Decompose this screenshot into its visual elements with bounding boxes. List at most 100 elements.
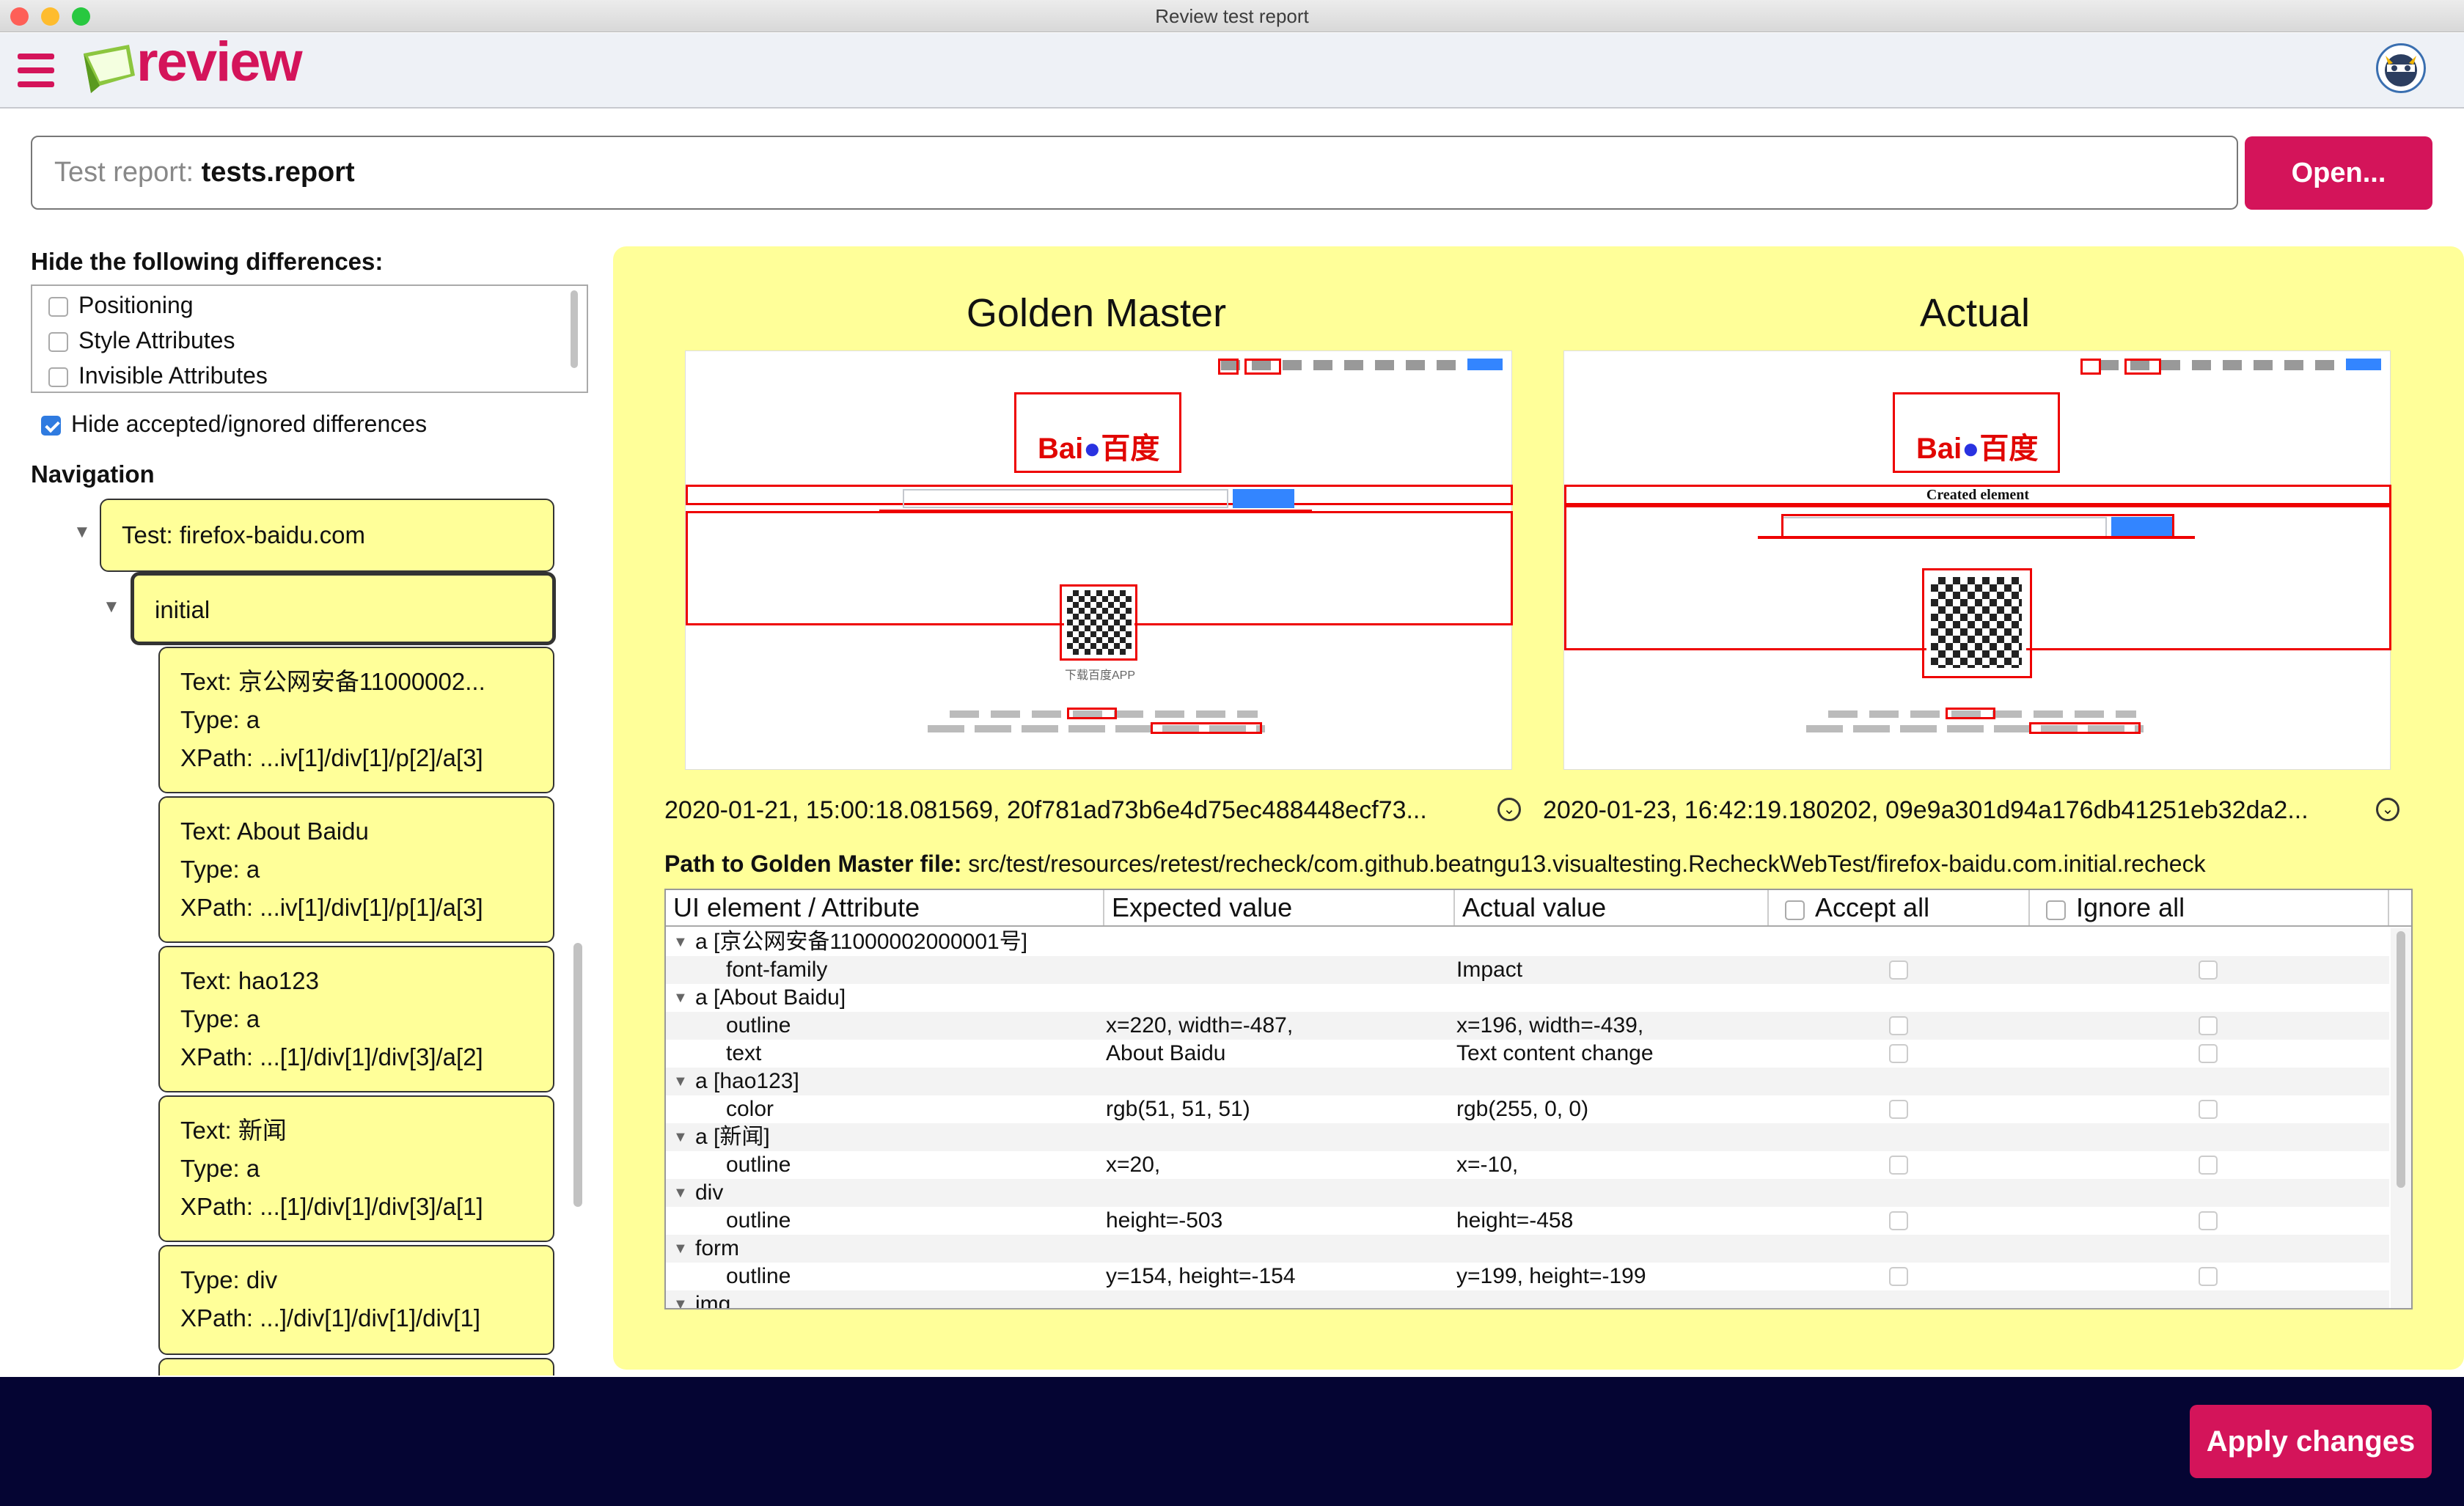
element-name: a [新闻] — [695, 1125, 770, 1149]
accept-checkbox[interactable] — [1889, 1267, 1908, 1286]
ignore-checkbox[interactable] — [2199, 1100, 2218, 1119]
ignore-checkbox[interactable] — [2199, 1016, 2218, 1035]
baidu-paw-icon: ● — [1083, 433, 1101, 465]
attribute-name: font-family — [726, 958, 828, 982]
actual-value: y=199, height=-199 — [1456, 1264, 1646, 1288]
nav-diff-item[interactable]: Text: 京公网安备11000002... Type: a XPath: ..… — [158, 647, 554, 793]
actual-info: 2020-01-23, 16:42:19.180202, 09e9a301d94… — [1543, 796, 2309, 824]
attribute-name: outline — [726, 1208, 791, 1233]
user-avatar[interactable] — [2376, 43, 2426, 93]
table-group-row[interactable]: ▼ form — [666, 1235, 2389, 1263]
navigation-scrollbar[interactable] — [573, 943, 582, 1207]
maximize-window-button[interactable] — [72, 7, 90, 26]
nav-state-node[interactable]: initial — [131, 572, 556, 645]
table-group-row[interactable]: ▼ a [hao123] — [666, 1068, 2389, 1095]
table-scrollbar-thumb[interactable] — [2397, 931, 2405, 1188]
table-attribute-row[interactable]: outline y=154, height=-154 y=199, height=-… — [666, 1263, 2389, 1290]
nav-diff-item[interactable] — [158, 1358, 554, 1375]
nav-diff-item[interactable]: Text: 新闻 Type: a XPath: ...[1]/div[1]/di… — [158, 1095, 554, 1242]
accept-checkbox[interactable] — [1889, 1016, 1908, 1035]
golden-version-dropdown-icon[interactable]: ⌄ — [1497, 798, 1521, 821]
ignore-checkbox[interactable] — [2199, 1044, 2218, 1063]
apply-changes-button[interactable]: Apply changes — [2190, 1405, 2432, 1478]
collapse-row-icon[interactable]: ▼ — [673, 1235, 688, 1263]
hamburger-menu-icon[interactable] — [18, 54, 54, 87]
collapse-row-icon[interactable]: ▼ — [673, 928, 688, 956]
close-window-button[interactable] — [10, 7, 29, 26]
actual-title: Actual — [1919, 291, 2031, 335]
positioning-option[interactable]: Positioning — [48, 290, 194, 320]
collapse-row-icon[interactable]: ▼ — [673, 1123, 688, 1151]
actual-screenshot[interactable]: Bai●百度 Created element — [1563, 350, 2391, 770]
ignore-checkbox[interactable] — [2199, 1267, 2218, 1286]
table-group-row[interactable]: ▼ img — [666, 1290, 2389, 1308]
table-scrollbar-track[interactable] — [2391, 928, 2411, 1308]
navigation-tree: ▼ Test: firefox-baidu.com ▼ initial Text… — [31, 496, 588, 1375]
filters-scrollbar[interactable] — [571, 290, 578, 368]
collapse-test-icon[interactable]: ▼ — [73, 522, 91, 543]
accept-checkbox[interactable] — [1889, 1044, 1908, 1063]
invisible-attributes-checkbox[interactable] — [48, 367, 68, 387]
ignore-all-checkbox[interactable] — [2046, 900, 2066, 920]
table-attribute-row[interactable]: outline x=20, x=-10, — [666, 1151, 2389, 1179]
expected-value: y=154, height=-154 — [1106, 1264, 1296, 1288]
ignore-checkbox[interactable] — [2199, 1211, 2218, 1230]
accept-all-checkbox[interactable] — [1785, 900, 1805, 920]
hide-differences-title: Hide the following differences: — [31, 248, 384, 275]
table-attribute-row[interactable]: outline height=-503 height=-458 — [666, 1207, 2389, 1235]
table-group-row[interactable]: ▼ a [京公网安备11000002000001号] — [666, 928, 2389, 956]
collapse-row-icon[interactable]: ▼ — [673, 1290, 688, 1308]
column-header-accept-all[interactable]: Accept all — [1769, 890, 2030, 925]
element-name: a [hao123] — [695, 1069, 799, 1093]
column-header-ignore-all[interactable]: Ignore all — [2030, 890, 2389, 925]
column-header-element[interactable]: UI element / Attribute — [666, 890, 1104, 925]
actual-value: Impact — [1456, 958, 1523, 982]
accept-checkbox[interactable] — [1889, 1156, 1908, 1175]
nav-test-node[interactable]: Test: firefox-baidu.com — [100, 499, 554, 572]
table-attribute-row[interactable]: color rgb(51, 51, 51) rgb(255, 0, 0) — [666, 1095, 2389, 1123]
ignore-checkbox[interactable] — [2199, 1156, 2218, 1175]
golden-master-info: 2020-01-21, 15:00:18.081569, 20f781ad73b… — [664, 796, 1427, 824]
table-attribute-row[interactable]: outline x=220, width=-487, x=196, width=-4… — [666, 1012, 2389, 1040]
accept-checkbox[interactable] — [1889, 960, 1908, 980]
collapse-row-icon[interactable]: ▼ — [673, 1068, 688, 1095]
table-attribute-row[interactable]: font-family Impact — [666, 956, 2389, 984]
element-name: a [京公网安备11000002000001号] — [695, 930, 1028, 954]
positioning-checkbox[interactable] — [48, 297, 68, 317]
golden-master-screenshot[interactable]: Bai●百度 下载百度APP — [685, 350, 1513, 770]
nav-diff-item[interactable]: Text: About Baidu Type: a XPath: ...iv[1… — [158, 796, 554, 943]
style-attributes-option[interactable]: Style Attributes — [48, 326, 235, 355]
minimize-window-button[interactable] — [41, 7, 59, 26]
window-title: Review test report — [1155, 5, 1309, 27]
collapse-initial-icon[interactable]: ▼ — [103, 597, 120, 617]
expected-value: About Baidu — [1106, 1041, 1226, 1065]
column-header-expected[interactable]: Expected value — [1104, 890, 1455, 925]
test-report-field[interactable]: Test report: tests.report — [31, 136, 2238, 210]
actual-version-dropdown-icon[interactable]: ⌄ — [2376, 798, 2399, 821]
actual-value: x=196, width=-439, — [1456, 1013, 1644, 1037]
open-report-button[interactable]: Open... — [2245, 136, 2432, 210]
style-attributes-checkbox[interactable] — [48, 332, 68, 352]
nav-diff-item[interactable]: Type: div XPath: ...]/div[1]/div[1]/div[… — [158, 1245, 554, 1355]
element-name: a [About Baidu] — [695, 985, 846, 1010]
actual-value: height=-458 — [1456, 1208, 1574, 1233]
accept-checkbox[interactable] — [1889, 1211, 1908, 1230]
hide-accepted-checkbox[interactable] — [41, 416, 61, 436]
table-attribute-row[interactable]: text About Baidu Text content change — [666, 1040, 2389, 1068]
ignore-checkbox[interactable] — [2199, 960, 2218, 980]
collapse-row-icon[interactable]: ▼ — [673, 1179, 688, 1207]
window-title-bar: Review test report — [0, 0, 2464, 32]
collapse-row-icon[interactable]: ▼ — [673, 984, 688, 1012]
golden-master-path: Path to Golden Master file: src/test/res… — [664, 851, 2206, 877]
table-group-row[interactable]: ▼ div — [666, 1179, 2389, 1207]
table-group-row[interactable]: ▼ a [About Baidu] — [666, 984, 2389, 1012]
element-name: form — [695, 1236, 739, 1260]
hide-accepted-option[interactable]: Hide accepted/ignored differences — [41, 409, 427, 438]
accept-checkbox[interactable] — [1889, 1100, 1908, 1119]
column-header-actual[interactable]: Actual value — [1455, 890, 1769, 925]
table-group-row[interactable]: ▼ a [新闻] — [666, 1123, 2389, 1151]
navigation-title: Navigation — [31, 460, 155, 488]
created-element-label: Created element — [1926, 487, 2030, 503]
invisible-attributes-option[interactable]: Invisible Attributes — [48, 361, 268, 390]
nav-diff-item[interactable]: Text: hao123 Type: a XPath: ...[1]/div[1… — [158, 946, 554, 1092]
